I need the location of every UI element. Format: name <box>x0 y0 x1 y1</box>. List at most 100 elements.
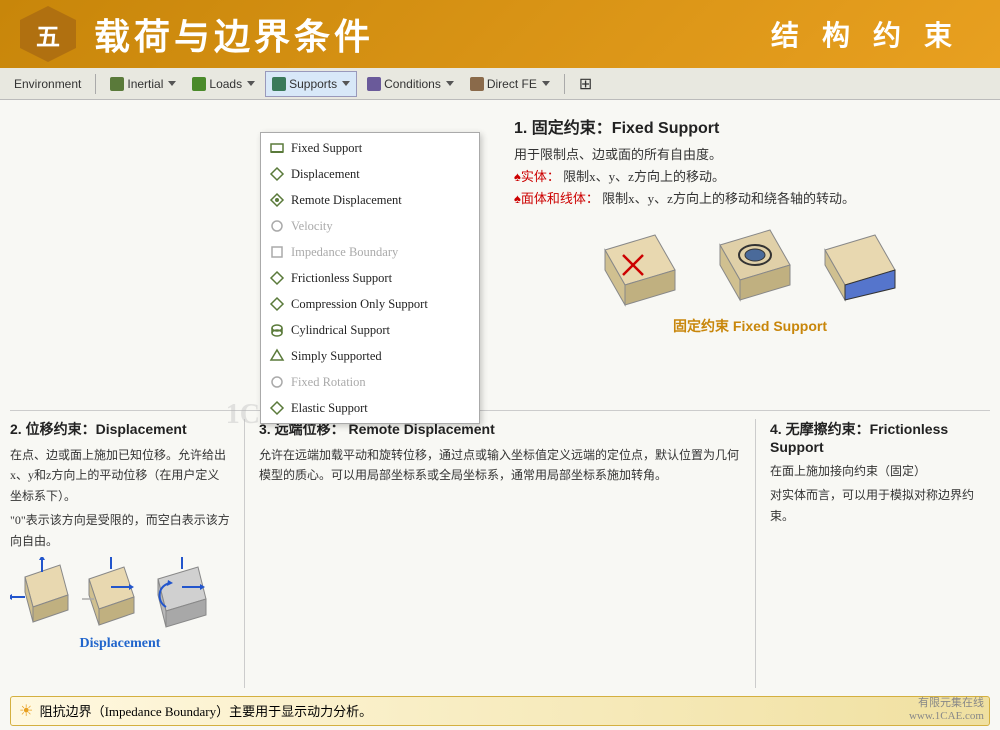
toolbar-conditions[interactable]: Conditions <box>361 71 460 97</box>
simply-supported-icon <box>269 348 285 364</box>
section4-desc1: 在面上施加接向约束（固定） <box>770 461 990 481</box>
dropdown-remote-displacement[interactable]: Remote Displacement <box>261 187 479 213</box>
supports-label: Supports <box>289 77 337 91</box>
fixed-shape-3 <box>815 220 915 310</box>
displacement-label: Displacement <box>10 636 230 652</box>
toolbar-environment[interactable]: Environment <box>8 71 87 97</box>
header-hex-badge: 五 <box>20 6 76 62</box>
conditions-icon <box>367 77 381 91</box>
loads-icon <box>192 77 206 91</box>
toolbar-direct-fe[interactable]: Direct FE <box>464 71 556 97</box>
direct-fe-arrow <box>542 81 550 86</box>
dropdown-frictionless[interactable]: Frictionless Support <box>261 265 479 291</box>
section1-body: 用于限制点、边或面的所有自由度。 ♠实体： 限制x、y、z方向上的移动。 ♠面体… <box>514 144 986 210</box>
page-title: 载荷与边界条件 <box>94 8 374 60</box>
velocity-icon <box>269 218 285 234</box>
section2-desc2: "0"表示该方向是受限的，而空白表示该方向自由。 <box>10 510 230 551</box>
environment-label: Environment <box>14 77 81 91</box>
desc2-text: 限制x、y、z方向上的移动。 <box>563 169 725 184</box>
section1-title: 1. 固定约束：Fixed Support <box>514 114 986 138</box>
toolbar-loads[interactable]: Loads <box>186 71 261 97</box>
section4-heading: 无摩擦约束：Frictionless Support <box>770 421 948 455</box>
page-header: 五 载荷与边界条件 结 构 约 束 <box>0 0 1000 68</box>
dropdown-impedance: Impedance Boundary <box>261 239 479 265</box>
section2-desc1: 在点、边或面上施加已知位移。允许给出x、y和z方向上的平动位移（在用户定义坐标系… <box>10 445 230 506</box>
fixed-shape-1 <box>585 220 695 310</box>
cylindrical-icon <box>269 322 285 338</box>
velocity-label: Velocity <box>291 219 333 234</box>
conditions-label: Conditions <box>384 77 441 91</box>
dropdown-simply-supported[interactable]: Simply Supported <box>261 343 479 369</box>
logo-line2: www.1CAE.com <box>909 710 984 722</box>
toolbar: Environment Inertial Loads Supports Cond… <box>0 68 1000 100</box>
bottom-area: 2. 位移约束：Displacement 在点、边或面上施加已知位移。允许给出x… <box>0 410 1000 730</box>
page-subtitle: 结 构 约 束 <box>771 14 960 54</box>
toolbar-extra[interactable]: ⊞ <box>573 71 598 97</box>
main-content: Fixed Support Displacement Remote Displa… <box>0 100 1000 730</box>
section2-number: 2. <box>10 421 22 437</box>
disp-shape-1 <box>10 557 75 632</box>
fixed-shape-2 <box>705 220 805 310</box>
frictionless-label: Frictionless Support <box>291 271 392 286</box>
desc2-label: ♠实体： <box>514 169 560 184</box>
section4-title: 4. 无摩擦约束：Frictionless Support <box>770 419 990 455</box>
impedance-label: Impedance Boundary <box>291 245 398 260</box>
displacement-label: Displacement <box>291 167 360 182</box>
section4-desc2: 对实体而言，可以用于模拟对称边界约束。 <box>770 485 990 526</box>
v-separator-1 <box>244 419 245 688</box>
dropdown-displacement[interactable]: Displacement <box>261 161 479 187</box>
dropdown-cylindrical[interactable]: Cylindrical Support <box>261 317 479 343</box>
section4-body: 在面上施加接向约束（固定） 对实体而言，可以用于模拟对称边界约束。 <box>770 461 990 526</box>
supports-dropdown: Fixed Support Displacement Remote Displa… <box>260 132 480 424</box>
displacement-icon <box>269 166 285 182</box>
toolbar-inertial[interactable]: Inertial <box>104 71 182 97</box>
supports-arrow <box>342 81 350 86</box>
section1-panel: 1. 固定约束：Fixed Support 用于限制点、边或面的所有自由度。 ♠… <box>500 104 1000 346</box>
compression-icon <box>269 296 285 312</box>
fixed-rotation-icon <box>269 374 285 390</box>
hex-label: 五 <box>36 17 60 52</box>
fixed-support-icon <box>269 140 285 156</box>
section4-panel: 4. 无摩擦约束：Frictionless Support 在面上施加接向约束（… <box>770 419 990 688</box>
sections-row: 2. 位移约束：Displacement 在点、边或面上施加已知位移。允许给出x… <box>0 411 1000 692</box>
sun-icon: ☀ <box>19 701 33 721</box>
supports-icon <box>272 77 286 91</box>
logo-area: 有限元集在线 www.1CAE.com <box>909 694 984 722</box>
inertial-icon <box>110 77 124 91</box>
section3-body: 允许在远端加载平动和旋转位移，通过点或输入坐标值定义远端的定位点，默认位置为几何… <box>259 445 741 486</box>
inertial-label: Inertial <box>127 77 163 91</box>
dropdown-velocity: Velocity <box>261 213 479 239</box>
fixed-support-label: Fixed Support <box>291 141 362 156</box>
section4-number: 4. <box>770 421 782 437</box>
section1-heading: 固定约束：Fixed Support <box>532 120 720 137</box>
remote-displacement-icon <box>269 192 285 208</box>
fixed-rotation-label: Fixed Rotation <box>291 375 366 390</box>
displacement-shapes <box>10 557 230 632</box>
conditions-arrow <box>446 81 454 86</box>
elastic-icon <box>269 400 285 416</box>
v-separator-2 <box>755 419 756 688</box>
dropdown-elastic[interactable]: Elastic Support <box>261 395 479 421</box>
dropdown-fixed-rotation: Fixed Rotation <box>261 369 479 395</box>
loads-arrow <box>247 81 255 86</box>
section1-shapes <box>514 220 986 310</box>
disp-shape-2 <box>79 557 144 632</box>
toolbar-supports[interactable]: Supports <box>265 71 357 97</box>
impedance-icon <box>269 244 285 260</box>
section1-number: 1. <box>514 120 527 137</box>
separator-1 <box>95 74 96 94</box>
separator-2 <box>564 74 565 94</box>
section1-desc2: ♠实体： 限制x、y、z方向上的移动。 <box>514 166 986 188</box>
impedance-bar: ☀ 阻抗边界（Impedance Boundary）主要用于显示动力分析。 <box>10 696 990 726</box>
cylindrical-label: Cylindrical Support <box>291 323 390 338</box>
section1-desc3: ♠面体和线体： 限制x、y、z方向上的移动和绕各轴的转动。 <box>514 188 986 210</box>
impedance-text: 阻抗边界（Impedance Boundary）主要用于显示动力分析。 <box>40 704 373 719</box>
dropdown-compression[interactable]: Compression Only Support <box>261 291 479 317</box>
simply-supported-label: Simply Supported <box>291 349 382 364</box>
remote-displacement-label: Remote Displacement <box>291 193 402 208</box>
disp-shape-3 <box>148 557 213 632</box>
dropdown-fixed-support[interactable]: Fixed Support <box>261 135 479 161</box>
section2-heading: 位移约束：Displacement <box>26 421 187 437</box>
desc3-text: 限制x、y、z方向上的移动和绕各轴的转动。 <box>602 191 855 206</box>
section3-panel: 3. 远端位移： Remote Displacement 允许在远端加载平动和旋… <box>259 419 741 688</box>
